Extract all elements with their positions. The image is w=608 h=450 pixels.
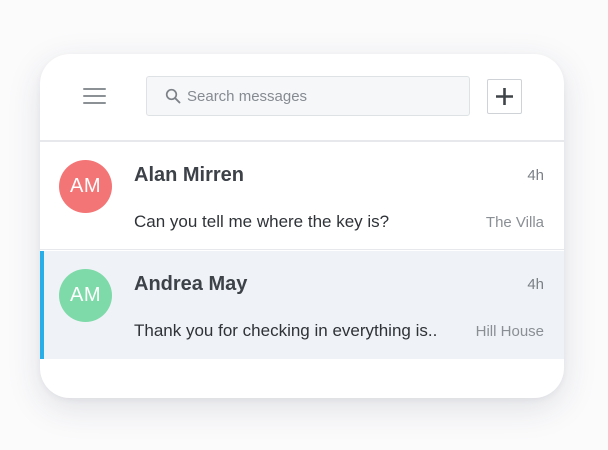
conversation-item-selected[interactable]: AM Andrea May 4h Thank you for checking … (40, 251, 564, 359)
new-message-button[interactable] (487, 79, 522, 114)
conversation-item[interactable]: AM Alan Mirren 4h Can you tell me where … (40, 142, 564, 250)
property-name: Hill House (475, 323, 544, 340)
message-time: 4h (527, 167, 544, 184)
property-name: The Villa (485, 214, 544, 231)
hamburger-menu-icon[interactable] (80, 83, 110, 109)
search-input[interactable] (187, 77, 457, 115)
menu-line (83, 95, 106, 97)
search-icon (165, 88, 181, 104)
plus-icon (496, 88, 513, 105)
menu-line (83, 102, 106, 104)
messages-panel: AM Alan Mirren 4h Can you tell me where … (40, 54, 564, 398)
contact-name: Alan Mirren (134, 164, 245, 186)
avatar: AM (59, 160, 112, 213)
message-time: 4h (527, 276, 544, 293)
messages-header (40, 54, 564, 142)
avatar: AM (59, 269, 112, 322)
menu-line (83, 88, 106, 90)
message-preview: Can you tell me where the key is? (134, 212, 390, 231)
contact-name: Andrea May (134, 273, 248, 295)
message-preview: Thank you for checking in everything is.… (134, 321, 438, 340)
selected-indicator (40, 251, 44, 359)
search-box[interactable] (146, 76, 470, 116)
